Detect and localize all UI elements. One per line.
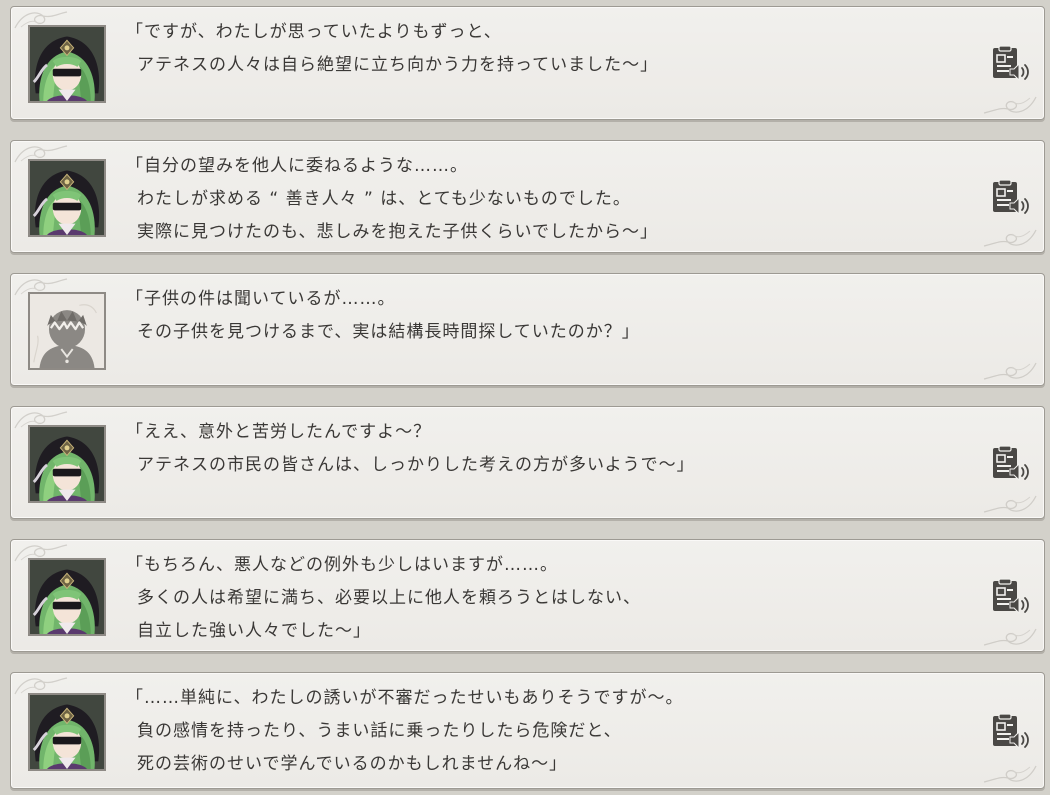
dialogue-text: 「……単純に、わたしの誘いが不審だったせいもありそうですが～。負の感情を持ったり… xyxy=(126,686,954,785)
log-entry: 「もちろん、悪人などの例外も少しはいますが……。多くの人は希望に満ち、必要以上に… xyxy=(10,539,1045,652)
speaker-portrait xyxy=(28,558,106,636)
voice-replay-icon[interactable] xyxy=(990,713,1030,751)
dialogue-line: 「……単純に、わたしの誘いが不審だったせいもありそうですが～。 xyxy=(126,688,684,708)
speaker-portrait xyxy=(28,693,106,771)
dialogue-line: 「ですが、わたしが思っていたよりもずっと、 xyxy=(126,22,502,42)
log-entry: 「……単純に、わたしの誘いが不審だったせいもありそうですが～。負の感情を持ったり… xyxy=(10,672,1045,789)
dialogue-line: 負の感情を持ったり、うまい話に乗ったりしたら危険だと、 xyxy=(137,721,622,741)
dialogue-line: アテネスの人々は自ら絶望に立ち向かう力を持っていました～」 xyxy=(137,55,659,75)
backlog-panel[interactable]: 「ですが、わたしが思っていたよりもずっと、アテネスの人々は自ら絶望に立ち向かう力… xyxy=(0,0,1050,795)
dialogue-text: 「自分の望みを他人に委ねるような……。わたしが求める “ 善き人々 ” は、とて… xyxy=(126,154,954,253)
dialogue-text: 「ですが、わたしが思っていたよりもずっと、アテネスの人々は自ら絶望に立ち向かう力… xyxy=(126,20,954,86)
corner-flourish-ornament xyxy=(982,764,1038,786)
corner-flourish-ornament xyxy=(982,361,1038,383)
dialogue-line: 「ええ、意外と苦労したんですよ～？ xyxy=(126,422,432,442)
dialogue-line: その子供を見つけるまで、実は結構長時間探していたのか？」 xyxy=(137,322,640,342)
dialogue-line: 死の芸術のせいで学んでいるのかもしれませんね～」 xyxy=(137,754,568,774)
dialogue-line: 「もちろん、悪人などの例外も少しはいますが……。 xyxy=(126,555,558,575)
log-entry: 「子供の件は聞いているが……。その子供を見つけるまで、実は結構長時間探していたの… xyxy=(10,273,1045,386)
voice-replay-icon[interactable] xyxy=(990,179,1030,217)
dialogue-line: 「子供の件は聞いているが……。 xyxy=(126,289,396,309)
corner-flourish-ornament xyxy=(982,627,1038,649)
voice-replay-icon[interactable] xyxy=(990,445,1030,483)
dialogue-text: 「子供の件は聞いているが……。その子供を見つけるまで、実は結構長時間探していたの… xyxy=(126,287,954,353)
dialogue-line: 自立した強い人々でした～」 xyxy=(137,621,371,641)
speaker-portrait xyxy=(28,159,106,237)
dialogue-text: 「ええ、意外と苦労したんですよ～？ アテネスの市民の皆さんは、しっかりした考えの方… xyxy=(126,420,954,486)
log-entry: 「ですが、わたしが思っていたよりもずっと、アテネスの人々は自ら絶望に立ち向かう力… xyxy=(10,6,1045,120)
log-entry: 「自分の望みを他人に委ねるような……。わたしが求める “ 善き人々 ” は、とて… xyxy=(10,140,1045,253)
dialogue-line: 実際に見つけたのも、悲しみを抱えた子供くらいでしたから～」 xyxy=(137,222,658,242)
speaker-portrait xyxy=(28,425,106,503)
dialogue-line: アテネスの市民の皆さんは、しっかりした考えの方が多いようで～」 xyxy=(137,455,695,475)
speaker-portrait xyxy=(28,25,106,103)
corner-flourish-ornament xyxy=(982,95,1038,117)
dialogue-line: 多くの人は希望に満ち、必要以上に他人を頼ろうとはしない、 xyxy=(137,588,641,608)
voice-replay-icon[interactable] xyxy=(990,45,1030,83)
dialogue-line: わたしが求める “ 善き人々 ” は、とても少ないものでした。 xyxy=(137,189,631,209)
corner-flourish-ornament xyxy=(982,228,1038,250)
corner-flourish-ornament xyxy=(982,494,1038,516)
dialogue-text: 「もちろん、悪人などの例外も少しはいますが……。多くの人は希望に満ち、必要以上に… xyxy=(126,553,954,652)
voice-replay-icon[interactable] xyxy=(990,578,1030,616)
dialogue-line: 「自分の望みを他人に委ねるような……。 xyxy=(126,156,468,176)
player-avatar xyxy=(28,292,106,370)
log-entry: 「ええ、意外と苦労したんですよ～？ アテネスの市民の皆さんは、しっかりした考えの方… xyxy=(10,406,1045,519)
